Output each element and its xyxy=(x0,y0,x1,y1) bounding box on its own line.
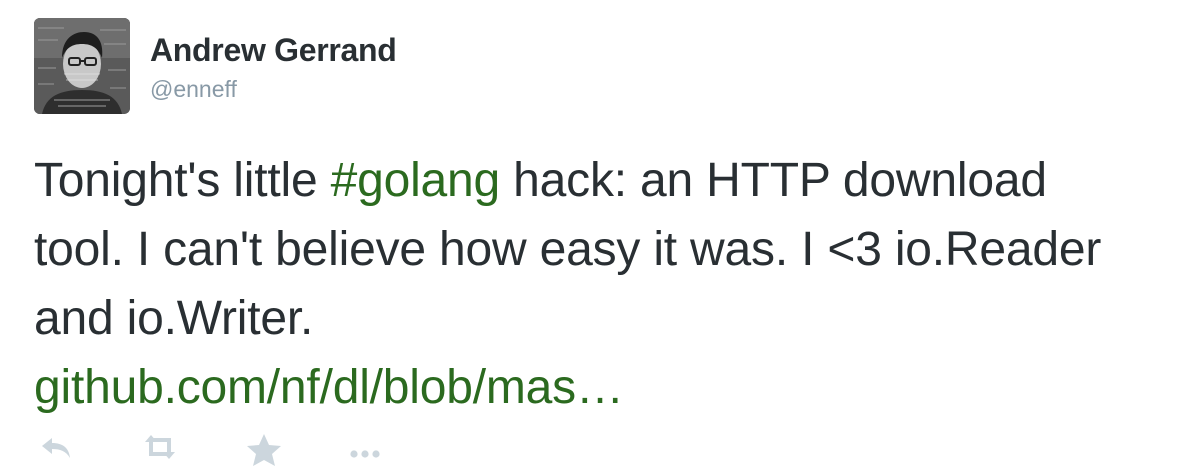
favorite-star-icon xyxy=(247,434,281,466)
author-name[interactable]: Andrew Gerrand xyxy=(150,32,397,69)
tweet-text: Tonight's little #golang hack: an HTTP d… xyxy=(34,146,1144,422)
favorite-button[interactable] xyxy=(244,432,284,472)
tweet-text-intro: Tonight's little xyxy=(34,154,331,207)
avatar-image xyxy=(34,18,130,114)
more-options-button[interactable] xyxy=(346,432,386,472)
author-handle[interactable]: @enneff xyxy=(150,76,237,103)
tweet-url-link[interactable]: github.com/nf/dl/blob/mas… xyxy=(34,361,624,414)
tweet-card: Andrew Gerrand @enneff Tonight's little … xyxy=(0,0,1194,466)
retweet-button[interactable] xyxy=(140,432,180,472)
retweet-icon xyxy=(145,435,175,459)
more-options-icon xyxy=(350,450,380,458)
hashtag-link[interactable]: #golang xyxy=(331,154,501,207)
reply-icon xyxy=(42,438,70,458)
reply-button[interactable] xyxy=(38,432,78,472)
author-avatar[interactable] xyxy=(34,18,130,114)
